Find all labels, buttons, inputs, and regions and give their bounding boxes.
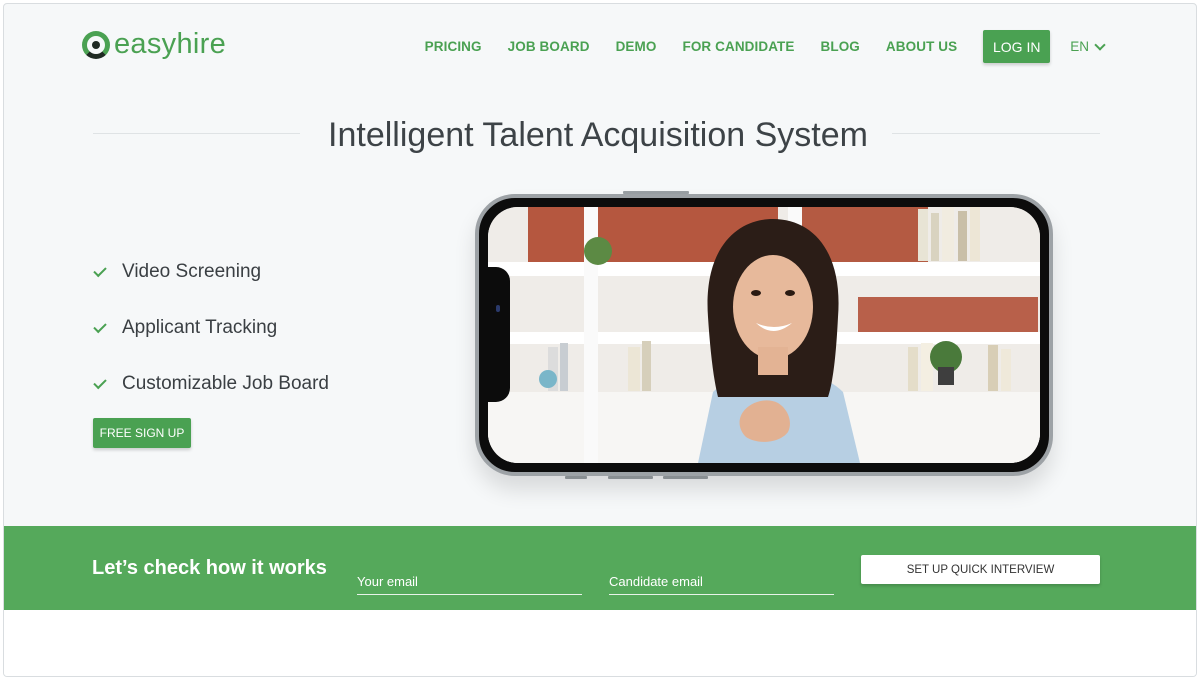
- page-title: Intelligent Talent Acquisition System: [4, 116, 1192, 155]
- brand-logo[interactable]: easyhire: [82, 28, 226, 61]
- brand-name: easyhire: [114, 28, 227, 60]
- phone-bottom-button: [663, 476, 708, 479]
- phone-bottom-button: [608, 476, 653, 479]
- feature-list: Video Screening Applicant Tracking Custo…: [93, 244, 329, 412]
- feature-label: Video Screening: [122, 261, 262, 282]
- page-title-text: Intelligent Talent Acquisition System: [310, 116, 886, 154]
- nav-about-us[interactable]: ABOUT US: [886, 39, 957, 54]
- feature-label: Applicant Tracking: [122, 317, 278, 338]
- login-button[interactable]: LOG IN: [983, 30, 1051, 63]
- check-icon: [93, 319, 107, 333]
- logo-mark-icon: [82, 30, 110, 59]
- language-selector[interactable]: EN: [1070, 39, 1106, 54]
- nav-for-candidate[interactable]: FOR CANDIDATE: [682, 39, 794, 54]
- feature-label: Customizable Job Board: [122, 373, 329, 394]
- setup-interview-button[interactable]: SET UP QUICK INTERVIEW: [861, 555, 1100, 584]
- list-item: Video Screening: [93, 244, 329, 300]
- main-nav: PRICING JOB BOARD DEMO FOR CANDIDATE BLO…: [399, 30, 1106, 63]
- language-label: EN: [1070, 39, 1089, 54]
- candidate-video-image: [488, 207, 1040, 463]
- nav-demo[interactable]: DEMO: [616, 39, 657, 54]
- check-icon: [93, 375, 107, 389]
- nav-job-board[interactable]: JOB BOARD: [508, 39, 590, 54]
- chevron-down-icon: [1094, 39, 1106, 51]
- cta-band: Let’s check how it works SET UP QUICK IN…: [4, 526, 1196, 610]
- nav-pricing[interactable]: PRICING: [425, 39, 482, 54]
- video-screen: [488, 207, 1040, 463]
- free-signup-button[interactable]: FREE SIGN UP: [93, 418, 191, 448]
- your-email-input[interactable]: [357, 564, 582, 595]
- page-frame: easyhire PRICING JOB BOARD DEMO FOR CAND…: [3, 3, 1197, 677]
- check-icon: [93, 263, 107, 277]
- candidate-email-input[interactable]: [609, 564, 834, 595]
- list-item: Applicant Tracking: [93, 300, 329, 356]
- nav-blog[interactable]: BLOG: [821, 39, 860, 54]
- phone-notch: [488, 267, 510, 402]
- phone-mockup: [475, 194, 1053, 476]
- list-item: Customizable Job Board: [93, 356, 329, 412]
- cta-title: Let’s check how it works: [92, 557, 327, 579]
- phone-bottom-button: [565, 476, 587, 479]
- page-footer-area: [4, 610, 1196, 676]
